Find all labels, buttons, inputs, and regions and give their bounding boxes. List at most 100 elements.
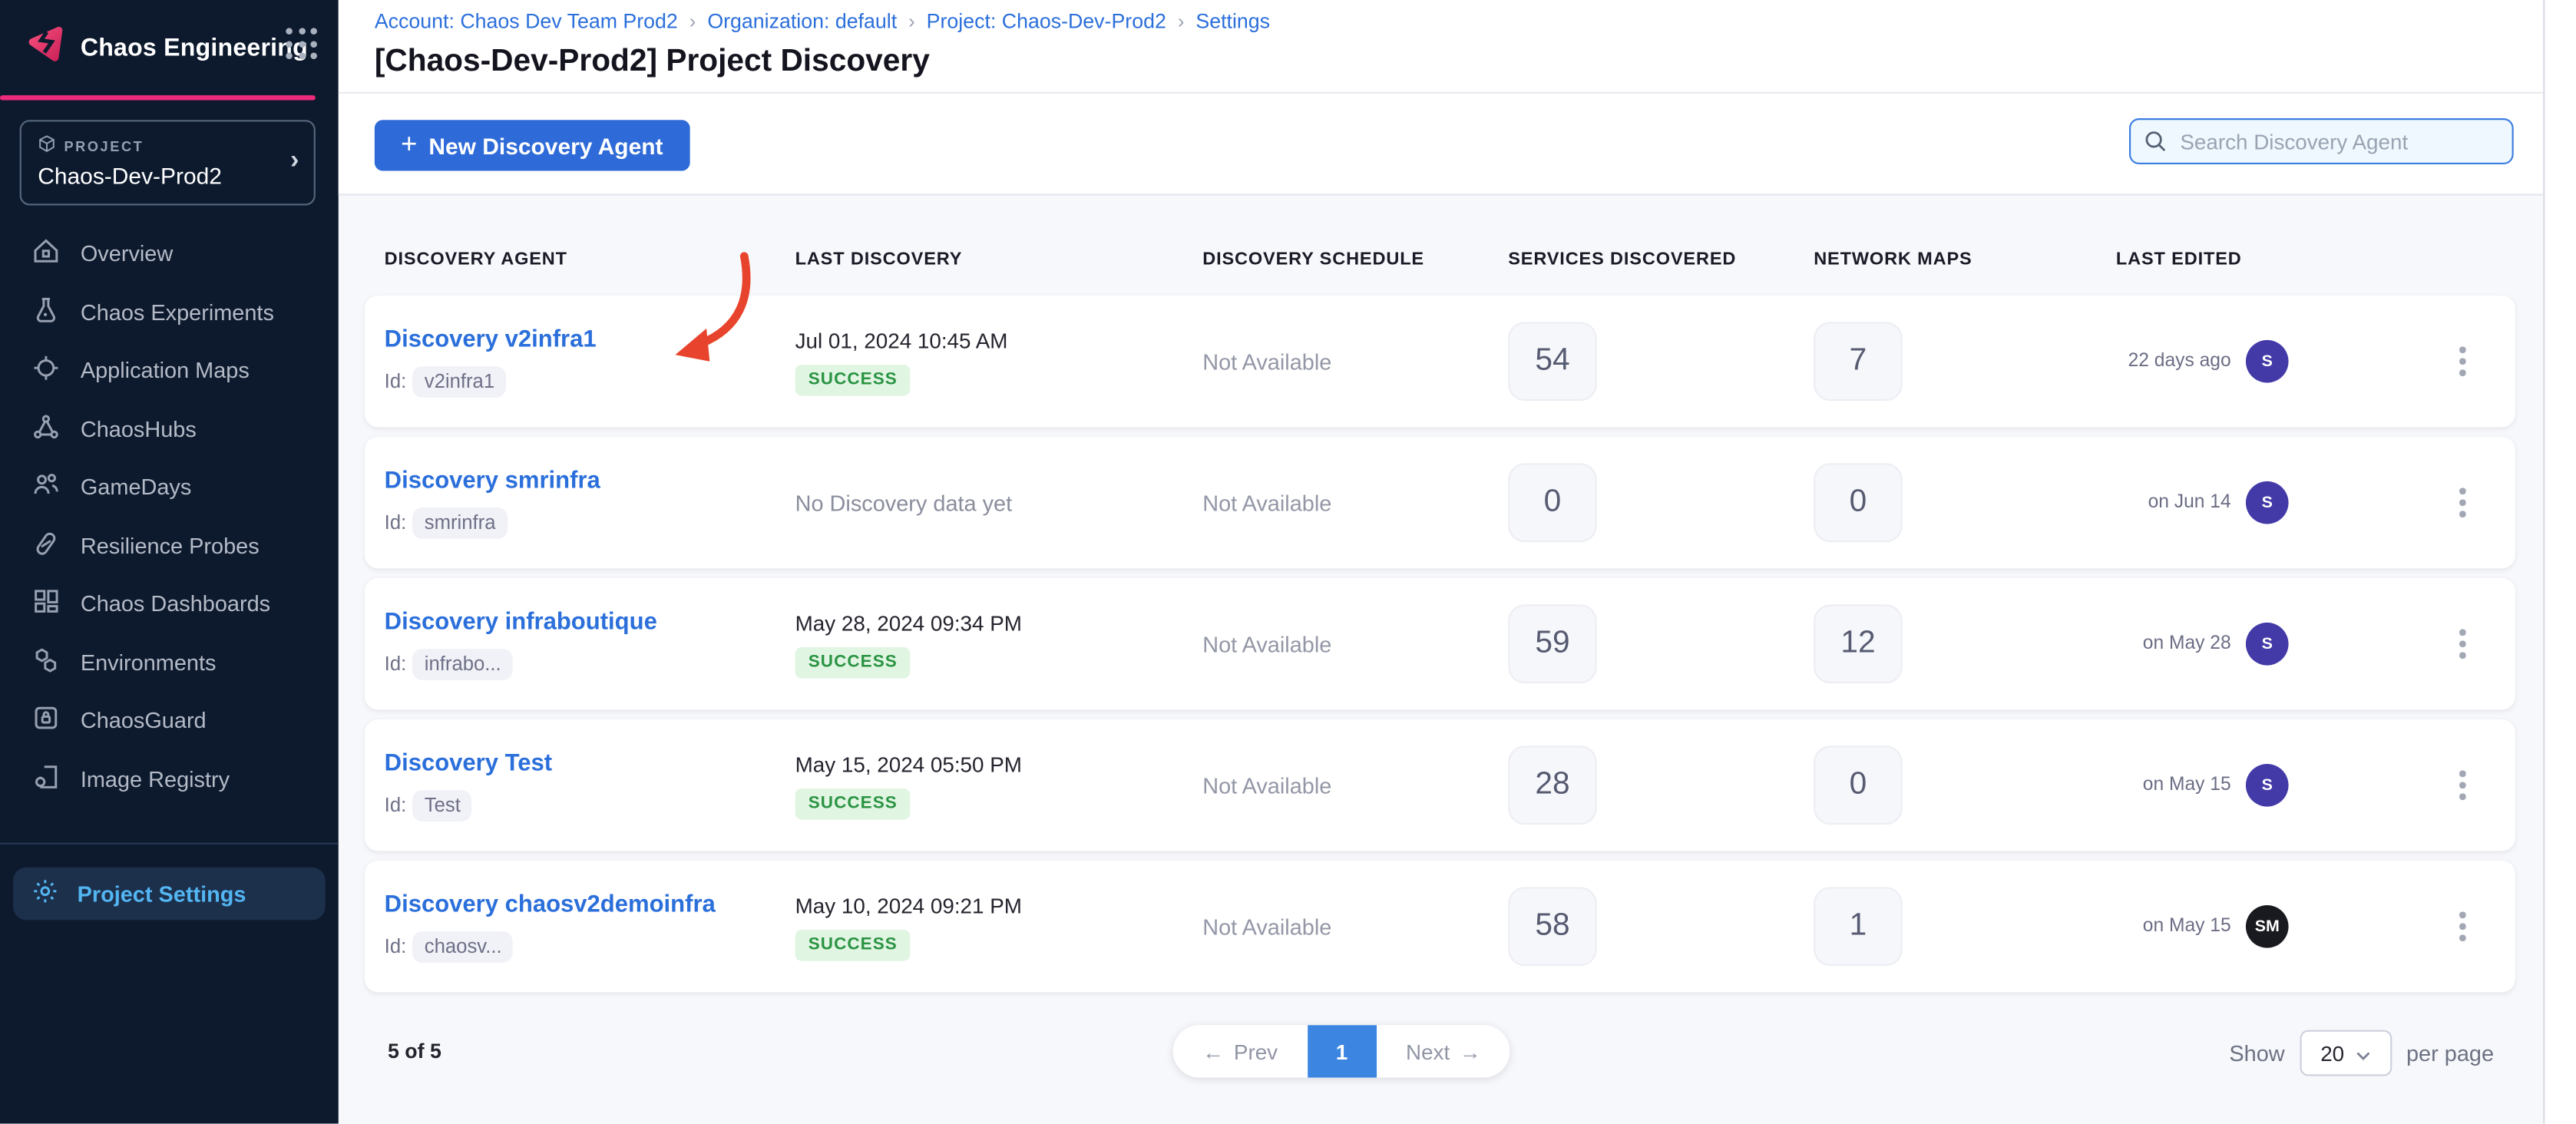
sidebar-item-gamedays[interactable]: GameDays	[0, 458, 339, 517]
arrow-left-icon: ←	[1202, 1039, 1224, 1063]
home-icon	[31, 237, 61, 272]
avatar[interactable]: S	[2246, 481, 2289, 524]
app-switcher-icon[interactable]	[286, 28, 319, 61]
network-maps-count: 12	[1814, 604, 1903, 683]
table-row[interactable]: Discovery smrinfra Id:smrinfra No Discov…	[365, 437, 2515, 568]
discovery-agent-link[interactable]: Discovery v2infra1	[385, 326, 795, 352]
new-discovery-agent-button[interactable]: + New Discovery Agent	[375, 120, 689, 170]
column-header: LAST EDITED	[2116, 250, 2443, 269]
sidebar-item-overview[interactable]: Overview	[0, 225, 339, 283]
agent-id: Id:infrabo...	[385, 648, 795, 679]
services-discovered-count: 54	[1508, 322, 1597, 401]
agent-id: Id:Test	[385, 789, 795, 821]
breadcrumb-account[interactable]: Account: Chaos Dev Team Prod2	[375, 10, 678, 33]
brand: Chaos Engineering	[0, 0, 339, 94]
table-header-row: DISCOVERY AGENT LAST DISCOVERY DISCOVERY…	[365, 196, 2515, 269]
agent-id: Id:chaosv...	[385, 931, 795, 962]
lock-icon	[31, 703, 61, 738]
sidebar-nav: Overview Chaos Experiments Application M…	[0, 225, 339, 808]
next-page-button[interactable]: Next →	[1376, 1025, 1510, 1077]
table-row[interactable]: Discovery infraboutique Id:infrabo... Ma…	[365, 578, 2515, 709]
breadcrumb-separator: ›	[1178, 10, 1185, 33]
last-discovery-date: May 10, 2024 09:21 PM	[795, 893, 1022, 917]
probe-icon	[31, 528, 61, 563]
gear-icon	[31, 878, 59, 911]
dashboard-icon	[31, 587, 61, 621]
status-badge: SUCCESS	[795, 646, 911, 678]
per-page-label: per page	[2406, 1040, 2494, 1065]
column-header: NETWORK MAPS	[1814, 250, 2116, 269]
breadcrumb-settings[interactable]: Settings	[1195, 10, 1270, 33]
column-header: LAST DISCOVERY	[795, 250, 1203, 269]
no-discovery-data-text: No Discovery data yet	[795, 491, 1013, 515]
agent-id-pill: Test	[413, 789, 472, 821]
avatar[interactable]: S	[2246, 764, 2289, 807]
avatar[interactable]: SM	[2246, 905, 2289, 948]
sidebar-item-resilience-probes[interactable]: Resilience Probes	[0, 517, 339, 575]
sidebar-item-chaoshubs[interactable]: ChaosHubs	[0, 400, 339, 458]
sidebar-item-chaos-experiments[interactable]: Chaos Experiments	[0, 283, 339, 342]
discovery-agent-link[interactable]: Discovery smrinfra	[385, 468, 795, 494]
sidebar-item-image-registry[interactable]: Image Registry	[0, 750, 339, 808]
page-size-select[interactable]: 20	[2300, 1030, 2392, 1076]
agent-id: Id:v2infra1	[385, 365, 795, 397]
page-title: [Chaos-Dev-Prod2] Project Discovery	[375, 45, 2511, 81]
agent-id-pill: v2infra1	[413, 365, 506, 397]
project-selector[interactable]: PROJECT Chaos-Dev-Prod2 ›	[20, 120, 316, 205]
table-footer: 5 of 5 ← Prev 1 Next → Show 20	[365, 1025, 2515, 1123]
row-menu-icon[interactable]	[2443, 478, 2482, 527]
scrollbar-track[interactable]	[2543, 0, 2576, 1124]
avatar[interactable]: S	[2246, 623, 2289, 666]
table-row[interactable]: Discovery chaosv2demoinfra Id:chaosv... …	[365, 861, 2515, 992]
agent-id-pill: chaosv...	[413, 931, 514, 962]
search-input[interactable]	[2129, 118, 2514, 164]
last-edited-text: on May 15	[2116, 917, 2231, 937]
network-maps-count: 1	[1814, 887, 1903, 966]
toolbar: + New Discovery Agent	[339, 94, 2543, 196]
page-number-button[interactable]: 1	[1308, 1025, 1377, 1077]
last-edited-text: 22 days ago	[2116, 352, 2231, 372]
row-menu-icon[interactable]	[2443, 620, 2482, 669]
agent-id-pill: smrinfra	[413, 507, 508, 538]
row-menu-icon[interactable]	[2443, 902, 2482, 951]
table-row[interactable]: Discovery Test Id:Test May 15, 2024 05:5…	[365, 719, 2515, 851]
app-window: Chaos Engineering PROJECT Chaos-Dev-Prod…	[0, 0, 2576, 1124]
row-menu-icon[interactable]	[2443, 337, 2482, 386]
sidebar-item-environments[interactable]: Environments	[0, 633, 339, 692]
discovery-agent-link[interactable]: Discovery infraboutique	[385, 609, 795, 635]
sidebar-item-application-maps[interactable]: Application Maps	[0, 342, 339, 400]
row-menu-icon[interactable]	[2443, 761, 2482, 810]
sidebar-item-chaos-dashboards[interactable]: Chaos Dashboards	[0, 575, 339, 633]
target-icon	[31, 354, 61, 388]
discovery-schedule: Not Available	[1202, 349, 1508, 374]
breadcrumb-project[interactable]: Project: Chaos-Dev-Prod2	[927, 10, 1166, 33]
network-maps-count: 0	[1814, 745, 1903, 825]
plus-icon: +	[401, 128, 417, 161]
last-edited-text: on May 15	[2116, 775, 2231, 795]
status-badge: SUCCESS	[795, 364, 911, 395]
status-badge: SUCCESS	[795, 929, 911, 960]
avatar[interactable]: S	[2246, 340, 2289, 383]
prev-page-button[interactable]: ← Prev	[1173, 1025, 1308, 1077]
discovery-agent-link[interactable]: Discovery Test	[385, 750, 795, 776]
registry-icon	[31, 762, 61, 796]
main-area: Account: Chaos Dev Team Prod2 › Organiza…	[339, 0, 2576, 1124]
cube-icon	[38, 134, 56, 156]
sidebar-item-chaosguard[interactable]: ChaosGuard	[0, 692, 339, 750]
column-header: SERVICES DISCOVERED	[1508, 250, 1814, 269]
chaos-logo-icon	[23, 23, 66, 74]
hexagons-icon	[31, 645, 61, 679]
project-label: PROJECT	[38, 134, 297, 156]
chevron-right-icon[interactable]: ›	[290, 147, 299, 177]
network-maps-count: 7	[1814, 322, 1903, 401]
discovery-agent-link[interactable]: Discovery chaosv2demoinfra	[385, 891, 795, 917]
column-header: DISCOVERY SCHEDULE	[1202, 250, 1508, 269]
column-header: DISCOVERY AGENT	[385, 250, 795, 269]
show-label: Show	[2229, 1040, 2284, 1065]
table-row[interactable]: Discovery v2infra1 Id:v2infra1 Jul 01, 2…	[365, 296, 2515, 427]
discovery-schedule: Not Available	[1202, 914, 1508, 939]
sidebar-item-project-settings[interactable]: Project Settings	[13, 868, 326, 920]
flask-icon	[31, 296, 61, 330]
breadcrumb-organization[interactable]: Organization: default	[707, 10, 897, 33]
arrow-right-icon: →	[1460, 1039, 1481, 1063]
